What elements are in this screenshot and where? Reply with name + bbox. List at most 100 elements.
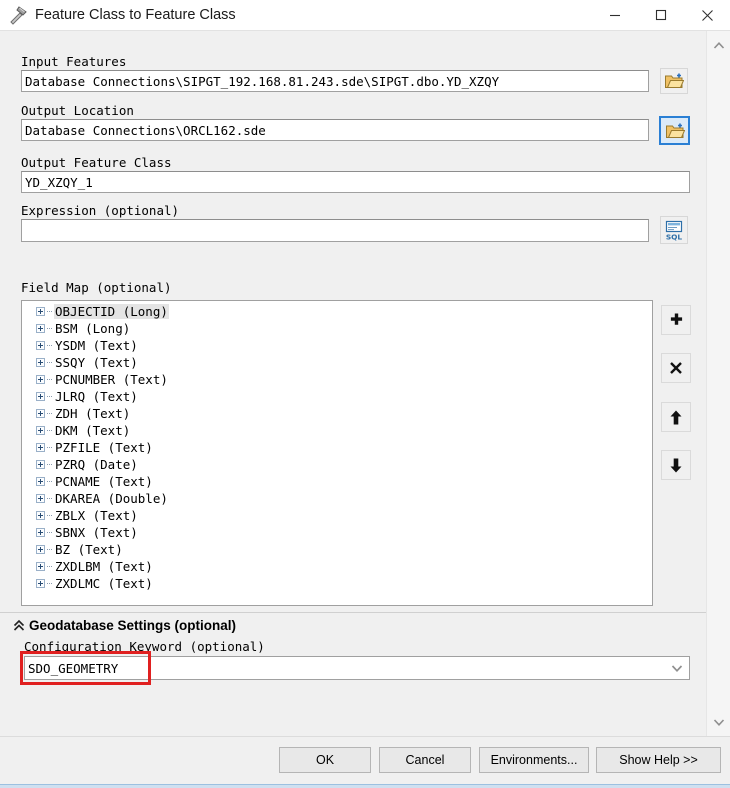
- tree-connector-line: [47, 463, 52, 466]
- tree-connector-line: [47, 548, 52, 551]
- field-map-row[interactable]: DKAREA (Double): [22, 490, 652, 507]
- field-map-row[interactable]: SBNX (Text): [22, 524, 652, 541]
- environments-button[interactable]: Environments...: [479, 747, 589, 773]
- expand-plus-icon[interactable]: [36, 375, 45, 384]
- field-map-row-label: ZXDLMC (Text): [55, 576, 153, 591]
- tree-connector-line: [47, 582, 52, 585]
- tree-connector-line: [47, 531, 52, 534]
- minimize-button[interactable]: [592, 0, 638, 30]
- field-map-row-label: DKM (Text): [55, 423, 131, 438]
- delete-field-button[interactable]: [661, 353, 691, 383]
- cross-icon: [670, 362, 682, 374]
- show-help-button[interactable]: Show Help >>: [596, 747, 721, 773]
- expand-plus-icon[interactable]: [36, 460, 45, 469]
- scroll-up-button[interactable]: [707, 35, 730, 55]
- expand-plus-icon[interactable]: [36, 307, 45, 316]
- chevron-down-icon: [713, 718, 725, 726]
- field-map-row-label: PCNUMBER (Text): [55, 372, 168, 387]
- field-map-list[interactable]: OBJECTID (Long) BSM (Long) YSDM (Text) SSQY…: [21, 300, 653, 606]
- configuration-keyword-label: Configuration Keyword (optional): [24, 639, 265, 654]
- form-vertical-scrollbar[interactable]: [706, 31, 730, 736]
- tree-connector-line: [47, 497, 52, 500]
- field-map-row-label: PCNAME (Text): [55, 474, 153, 489]
- move-field-down-button[interactable]: [661, 450, 691, 480]
- close-button[interactable]: [684, 0, 730, 30]
- field-map-row[interactable]: PCNUMBER (Text): [22, 371, 652, 388]
- ok-button[interactable]: OK: [279, 747, 371, 773]
- field-map-row[interactable]: BZ (Text): [22, 541, 652, 558]
- tree-connector-line: [47, 429, 52, 432]
- expand-plus-icon[interactable]: [36, 324, 45, 333]
- expand-plus-icon[interactable]: [36, 579, 45, 588]
- scrollbar-track[interactable]: [707, 55, 730, 712]
- tree-connector-line: [47, 480, 52, 483]
- geodatabase-settings-header[interactable]: Geodatabase Settings (optional): [13, 618, 236, 633]
- section-divider: [0, 612, 706, 613]
- expand-plus-icon[interactable]: [36, 477, 45, 486]
- tree-connector-line: [47, 565, 52, 568]
- add-field-button[interactable]: [661, 305, 691, 335]
- field-map-label: Field Map (optional): [21, 280, 172, 295]
- expand-plus-icon[interactable]: [36, 528, 45, 537]
- tree-connector-line: [47, 344, 52, 347]
- cancel-button[interactable]: Cancel: [379, 747, 471, 773]
- expand-plus-icon[interactable]: [36, 341, 45, 350]
- arrow-down-icon: [670, 458, 682, 472]
- output-feature-class-input[interactable]: YD_XZQY_1: [21, 171, 690, 193]
- field-map-row[interactable]: ZXDLBM (Text): [22, 558, 652, 575]
- expand-plus-icon[interactable]: [36, 443, 45, 452]
- output-location-label: Output Location: [21, 103, 134, 118]
- expand-plus-icon[interactable]: [36, 494, 45, 503]
- expand-plus-icon[interactable]: [36, 409, 45, 418]
- field-map-row[interactable]: ZBLX (Text): [22, 507, 652, 524]
- input-features-browse-button[interactable]: [660, 68, 688, 94]
- window-title: Feature Class to Feature Class: [35, 7, 236, 23]
- field-map-row-label: ZBLX (Text): [55, 508, 138, 523]
- expand-plus-icon[interactable]: [36, 392, 45, 401]
- maximize-button[interactable]: [638, 0, 684, 30]
- field-map-row[interactable]: PCNAME (Text): [22, 473, 652, 490]
- field-map-row[interactable]: YSDM (Text): [22, 337, 652, 354]
- expand-plus-icon[interactable]: [36, 545, 45, 554]
- expression-input[interactable]: [21, 219, 649, 242]
- field-map-row[interactable]: PZRQ (Date): [22, 456, 652, 473]
- field-map-row-label: OBJECTID (Long): [54, 304, 169, 319]
- output-location-browse-button[interactable]: [659, 116, 690, 145]
- tree-connector-line: [47, 378, 52, 381]
- plus-icon: [670, 313, 682, 325]
- tree-connector-line: [47, 514, 52, 517]
- field-map-row-label: YSDM (Text): [55, 338, 138, 353]
- tree-connector-line: [47, 310, 52, 313]
- hammer-tool-icon: [7, 4, 29, 26]
- expand-plus-icon[interactable]: [36, 562, 45, 571]
- field-map-row[interactable]: ZXDLMC (Text): [22, 575, 652, 592]
- expand-plus-icon[interactable]: [36, 511, 45, 520]
- title-bar: Feature Class to Feature Class: [0, 0, 730, 30]
- field-map-row[interactable]: SSQY (Text): [22, 354, 652, 371]
- bottom-accent-line: [0, 784, 730, 785]
- sql-query-icon: SQL: [666, 220, 682, 241]
- tree-connector-line: [47, 446, 52, 449]
- tree-connector-line: [47, 412, 52, 415]
- expand-plus-icon[interactable]: [36, 426, 45, 435]
- chevron-up-icon: [713, 41, 725, 49]
- move-field-up-button[interactable]: [661, 402, 691, 432]
- chevron-down-icon[interactable]: [665, 664, 689, 673]
- output-location-input[interactable]: Database Connections\ORCL162.sde: [21, 119, 649, 141]
- tree-connector-line: [47, 361, 52, 364]
- configuration-keyword-combo[interactable]: SDO_GEOMETRY: [24, 656, 690, 680]
- field-map-row[interactable]: DKM (Text): [22, 422, 652, 439]
- dialog-button-bar: OK Cancel Environments... Show Help >>: [0, 736, 730, 785]
- field-map-row[interactable]: BSM (Long): [22, 320, 652, 337]
- expression-query-builder-button[interactable]: SQL: [660, 216, 688, 244]
- geodatabase-settings-title: Geodatabase Settings (optional): [29, 618, 237, 633]
- input-features-input[interactable]: Database Connections\SIPGT_192.168.81.24…: [21, 70, 649, 92]
- field-map-row[interactable]: OBJECTID (Long): [22, 303, 652, 320]
- field-map-row[interactable]: PZFILE (Text): [22, 439, 652, 456]
- expand-plus-icon[interactable]: [36, 358, 45, 367]
- field-map-row[interactable]: ZDH (Text): [22, 405, 652, 422]
- open-folder-icon: [665, 123, 685, 138]
- field-map-row[interactable]: JLRQ (Text): [22, 388, 652, 405]
- expression-label: Expression (optional): [21, 203, 180, 218]
- scroll-down-button[interactable]: [707, 712, 730, 732]
